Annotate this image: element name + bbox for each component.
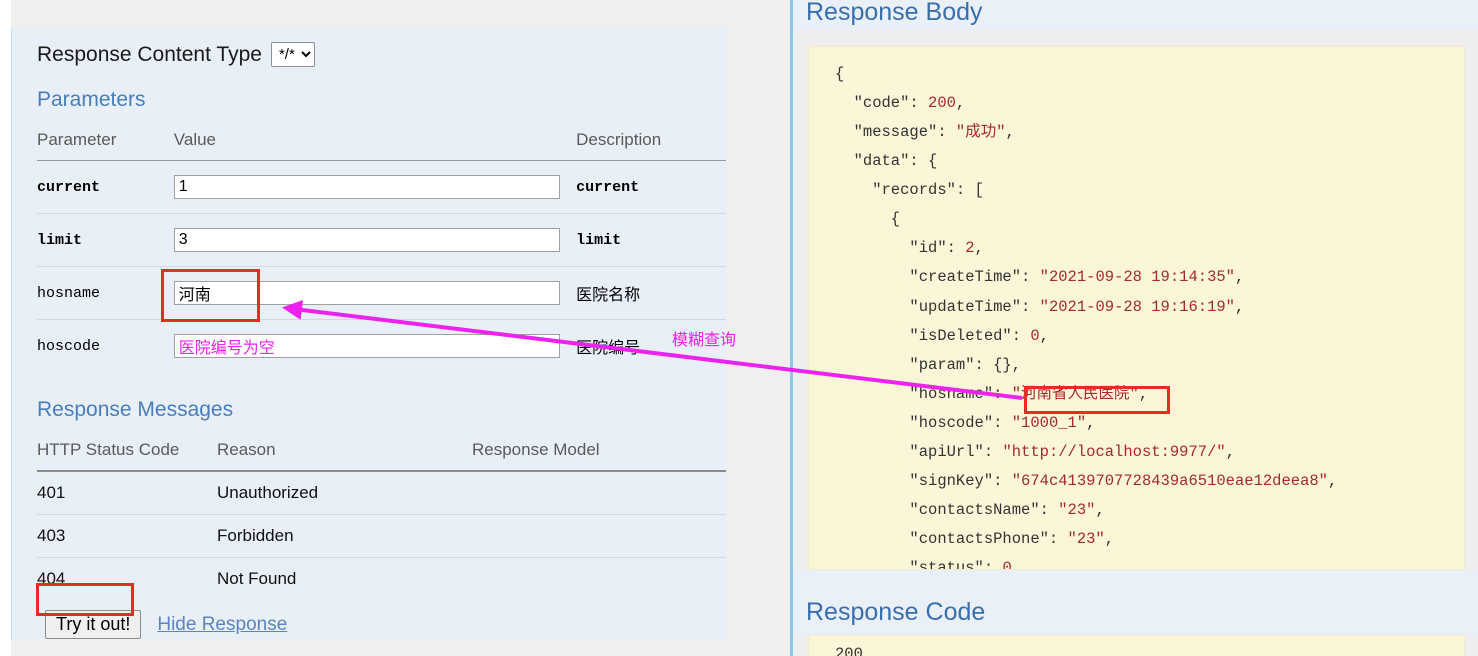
parameters-table: Parameter Value Description currentcurre… (37, 124, 726, 372)
response-message-row: 403 Forbidden (37, 514, 726, 558)
parameter-value-cell (173, 320, 576, 373)
panel-bottom-gutter (11, 640, 726, 656)
operation-content: Response Content Type */* Parameters Par… (11, 28, 726, 640)
parameter-input-limit[interactable] (173, 228, 560, 252)
response-messages-table: HTTP Status Code Reason Response Model 4… (37, 434, 726, 600)
parameters-heading: Parameters (37, 88, 146, 111)
response-message-status-code: 403 (37, 514, 217, 558)
hide-response-link[interactable]: Hide Response (157, 614, 287, 636)
parameter-description-current: current (576, 160, 726, 214)
response-message-reason: Forbidden (217, 514, 472, 558)
response-body-json[interactable]: { "code": 200, "message": "成功", "data": … (808, 46, 1465, 570)
parameter-name-hosname: hosname (37, 266, 174, 320)
response-message-reason: Not Found (217, 569, 297, 588)
response-messages-body: 401 Unauthorized 403 Forbidden 404 Not Found (37, 471, 726, 600)
parameter-input-current[interactable] (173, 175, 560, 199)
col-header-response-model: Response Model (472, 434, 726, 472)
response-messages-heading: Response Messages (37, 398, 234, 421)
response-body-heading: Response Body (806, 0, 983, 26)
parameter-row: hosname 医院名称 (37, 266, 726, 320)
response-panel: Response Body { "code": 200, "message": … (790, 0, 1478, 656)
parameter-value-cell (173, 266, 577, 320)
response-message-status-code: 404 (37, 569, 66, 588)
response-body-container: { "code": 200, "message": "成功", "data": … (796, 30, 1478, 570)
swagger-operation-panel: Response Content Type */* Parameters Par… (0, 0, 726, 656)
parameter-row: limit limit (37, 213, 726, 267)
response-message-response-model (472, 471, 726, 515)
response-message-reason: Unauthorized (217, 471, 472, 515)
parameters-header-row: Parameter Value Description (37, 124, 726, 161)
parameter-name-current: current (37, 160, 174, 214)
response-message-row: 401 Unauthorized (37, 471, 726, 515)
col-header-parameter: Parameter (37, 124, 174, 161)
col-header-http-status-code: HTTP Status Code (37, 434, 217, 472)
response-content-type-label: Response Content Type (37, 42, 262, 66)
response-messages-header-row: HTTP Status Code Reason Response Model (37, 434, 726, 472)
parameter-input-hosname[interactable] (173, 281, 560, 305)
col-header-reason: Reason (217, 434, 472, 472)
response-code-heading: Response Code (806, 598, 986, 626)
response-message-row: 404 Not Found (37, 558, 726, 601)
parameter-input-hoscode[interactable] (173, 334, 560, 358)
parameter-description-hoscode: 医院编号 (576, 340, 641, 357)
parameter-description-hosname: 医院名称 (576, 266, 726, 320)
try-it-out-button[interactable]: Try it out! (45, 610, 142, 639)
response-message-response-model (472, 514, 726, 558)
response-message-status-code: 401 (37, 471, 217, 515)
parameter-value-cell (173, 160, 577, 214)
response-message-response-model (472, 558, 726, 601)
parameter-name-limit: limit (37, 213, 174, 267)
parameter-description-limit: limit (576, 213, 726, 267)
parameter-row: current current (37, 160, 726, 214)
panel-top-gutter (11, 0, 726, 28)
parameter-row: hoscode 医院编号 (37, 320, 726, 373)
operation-actions: Try it out! Hide Response (45, 610, 287, 639)
response-content-type-row: Response Content Type */* (37, 42, 315, 67)
parameter-name-hoscode: hoscode (37, 337, 101, 355)
parameter-value-cell (173, 213, 577, 267)
col-header-value: Value (173, 124, 577, 161)
page-left-margin (0, 0, 11, 656)
response-content-type-select[interactable]: */* (270, 42, 315, 67)
parameters-body: currentcurrentlimitlimithosname医院名称hosco… (37, 160, 726, 373)
col-header-description: Description (576, 124, 726, 161)
response-code-container: 200 (796, 635, 1478, 656)
response-code-value: 200 (808, 635, 1465, 656)
